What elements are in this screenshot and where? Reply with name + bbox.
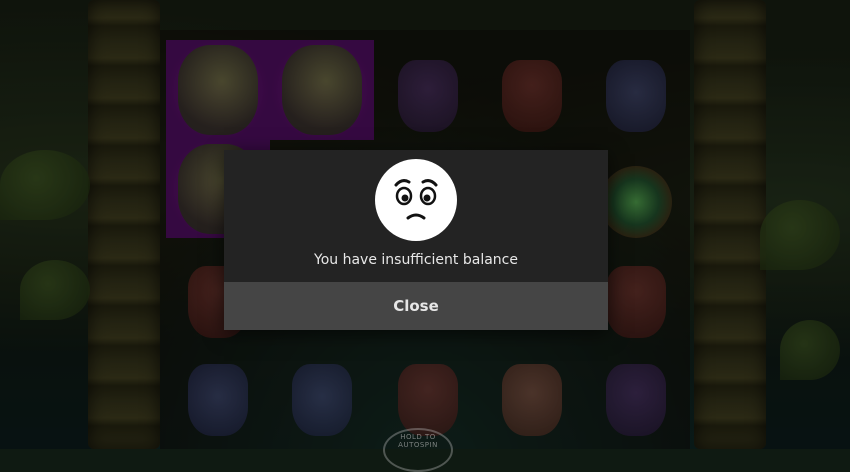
dialog-body: You have insufficient balance bbox=[224, 150, 608, 282]
autospin-button[interactable]: HOLD TO AUTOSPIN bbox=[383, 428, 453, 472]
dialog-message: You have insufficient balance bbox=[314, 252, 518, 268]
autospin-label: HOLD TO AUTOSPIN bbox=[398, 433, 438, 449]
close-button[interactable]: Close bbox=[224, 282, 608, 330]
sad-face-icon bbox=[375, 159, 457, 241]
insufficient-balance-dialog: You have insufficient balance Close bbox=[224, 150, 608, 330]
